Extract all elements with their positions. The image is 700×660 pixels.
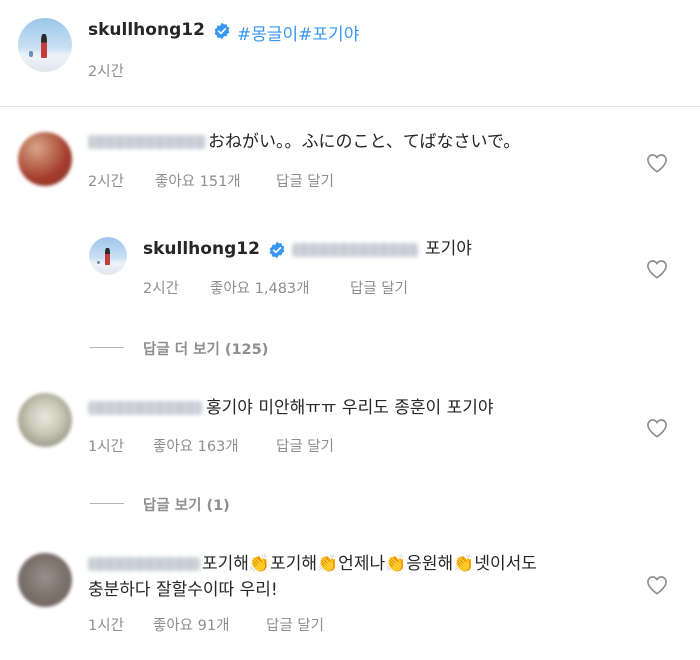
verified-badge-icon — [269, 241, 285, 259]
verified-badge-icon — [214, 22, 230, 40]
comment-likes[interactable]: 좋아요 163개 — [153, 435, 239, 456]
reply-time: 2시간 — [143, 281, 179, 297]
comment-text: おねがい。。ふにのこと、てばなさいで。 — [208, 132, 521, 152]
commenter-username-blurred[interactable] — [88, 557, 200, 571]
view-more-replies-button[interactable]: 답글 더 보기 (125) — [143, 338, 268, 359]
header-divider — [0, 106, 700, 107]
commenter-avatar[interactable] — [18, 553, 72, 607]
like-heart-icon[interactable] — [646, 575, 668, 595]
comment-text: 홍기야 미안해ㅠㅠ 우리도 종훈이 포기야 — [206, 398, 494, 418]
comment-time: 1시간 — [88, 439, 124, 455]
commenter-username-blurred[interactable] — [88, 401, 202, 415]
like-heart-icon[interactable] — [646, 259, 668, 279]
post-hashtags[interactable]: #몽글이#포기야 — [237, 20, 359, 45]
replies-thread-line — [90, 347, 124, 348]
avatar-figure — [40, 34, 48, 59]
post-author-avatar[interactable] — [18, 18, 72, 72]
post-time: 2시간 — [88, 64, 124, 80]
like-heart-icon[interactable] — [646, 153, 668, 173]
comment-likes[interactable]: 좋아요 91개 — [153, 614, 229, 635]
comment-text-line1: 포기해👏포기해👏언제나👏응원해👏넷이서도 — [202, 554, 537, 574]
commenter-username-blurred[interactable] — [88, 135, 206, 149]
commenter-avatar[interactable] — [18, 132, 72, 186]
reply-button[interactable]: 답글 달기 — [276, 435, 334, 456]
comment-text-line2: 충분하다 잘할수이따 우리! — [88, 580, 278, 600]
reply-author-username[interactable]: skullhong12 — [143, 239, 260, 259]
comment-likes[interactable]: 좋아요 151개 — [155, 170, 241, 191]
reply-text: 포기야 — [425, 239, 472, 259]
avatar-figure-small — [96, 260, 100, 265]
comment-time: 2시간 — [88, 174, 124, 190]
mentioned-username-blurred[interactable] — [292, 243, 418, 257]
reply-likes[interactable]: 좋아요 1,483개 — [210, 277, 309, 298]
reply-button[interactable]: 답글 달기 — [276, 170, 334, 191]
comment-time: 1시간 — [88, 618, 124, 634]
like-heart-icon[interactable] — [646, 418, 668, 438]
post-author-username[interactable]: skullhong12 — [88, 20, 205, 40]
reply-author-avatar[interactable] — [89, 237, 127, 275]
reply-button[interactable]: 답글 달기 — [350, 277, 408, 298]
view-replies-button[interactable]: 답글 보기 (1) — [143, 494, 230, 515]
replies-thread-line — [90, 503, 124, 504]
reply-button[interactable]: 답글 달기 — [266, 614, 324, 635]
avatar-figure — [104, 248, 110, 266]
avatar-figure-small — [28, 51, 34, 57]
commenter-avatar[interactable] — [18, 393, 72, 447]
